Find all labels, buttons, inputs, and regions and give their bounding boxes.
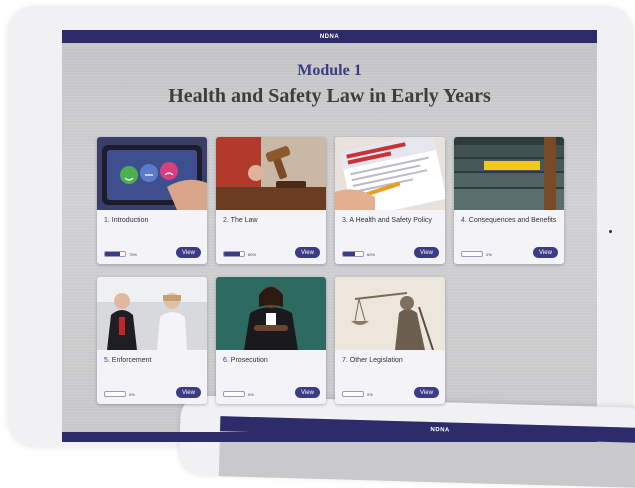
module-card-prosecution[interactable]: 6. Prosecution 0% View — [216, 277, 326, 404]
progress-text: 75% — [129, 251, 138, 257]
progress-bar — [223, 251, 245, 257]
view-button[interactable]: View — [414, 247, 439, 258]
view-button[interactable]: View — [533, 247, 558, 258]
progress-text: 0% — [367, 391, 373, 397]
card-title: A Health and Safety Policy — [349, 217, 432, 224]
carousel-dot[interactable] — [609, 230, 612, 233]
view-button[interactable]: View — [176, 247, 201, 258]
tablet-frame: NDNA Module 1 Health and Safety Law in E… — [8, 6, 633, 446]
progress-bar — [104, 251, 126, 257]
bottom-bar — [62, 432, 597, 442]
progress-fill — [105, 252, 120, 256]
module-card-enforcement[interactable]: 5. Enforcement 0% View — [97, 277, 207, 404]
progress: 0% — [223, 391, 254, 397]
progress: 80% — [223, 251, 256, 257]
module-card-consequences[interactable]: 4. Consequences and Benefits 0% View — [454, 137, 564, 264]
card-number: 5. — [104, 357, 110, 364]
card-title: Enforcement — [111, 357, 152, 364]
second-tablet-screen: NDNA — [218, 416, 635, 488]
progress-fill — [224, 252, 240, 256]
inspectors-icon — [97, 277, 207, 350]
view-button[interactable]: View — [176, 387, 201, 398]
progress-text: 60% — [367, 251, 376, 257]
progress-bar — [104, 391, 126, 397]
view-button[interactable]: View — [295, 247, 320, 258]
module-card-policy[interactable]: 3. A Health and Safety Policy 60% View — [335, 137, 445, 264]
card-number: 7. — [342, 357, 348, 364]
module-card-other-legislation[interactable]: 7. Other Legislation 0% View — [335, 277, 445, 404]
lady-justice-icon — [335, 277, 445, 350]
top-bar: NDNA — [62, 30, 597, 43]
progress-bar — [223, 391, 245, 397]
tablet-screen: NDNA Module 1 Health and Safety Law in E… — [62, 30, 597, 442]
barrister-icon — [216, 277, 326, 350]
card-title: Consequences and Benefits — [468, 217, 557, 224]
progress-text: 0% — [129, 391, 135, 397]
card-number: 6. — [223, 357, 229, 364]
page-title: Health and Safety Law in Early Years — [168, 85, 491, 107]
module-card-the-law[interactable]: 2. The Law 80% View — [216, 137, 326, 264]
view-button[interactable]: View — [414, 387, 439, 398]
module-label: Module 1 — [297, 62, 362, 79]
card-number: 1. — [104, 217, 110, 224]
module-card-introduction[interactable]: 1. Introduction 75% View — [97, 137, 207, 264]
progress-bar — [461, 251, 483, 257]
progress-bar — [342, 251, 364, 257]
mind-your-step-stairs-icon — [454, 137, 564, 210]
ndna-logo: NDNA — [319, 33, 340, 40]
progress-text: 80% — [248, 251, 257, 257]
policy-document-icon — [335, 137, 445, 210]
gavel-icon — [216, 137, 326, 210]
progress-fill — [343, 252, 355, 256]
card-title: Introduction — [111, 217, 149, 224]
progress-text: 0% — [486, 251, 492, 257]
card-number: 2. — [223, 217, 229, 224]
card-title: Prosecution — [230, 357, 268, 364]
progress: 0% — [342, 391, 373, 397]
progress-bar — [342, 391, 364, 397]
progress: 60% — [342, 251, 375, 257]
card-title: The Law — [230, 217, 258, 224]
card-number: 3. — [342, 217, 348, 224]
progress-text: 0% — [248, 391, 254, 397]
emoji-faces-tablet-icon — [97, 137, 207, 210]
card-number: 4. — [461, 217, 467, 224]
progress: 0% — [104, 391, 135, 397]
view-button[interactable]: View — [295, 387, 320, 398]
progress: 75% — [104, 251, 137, 257]
card-title: Other Legislation — [349, 357, 403, 364]
progress: 0% — [461, 251, 492, 257]
